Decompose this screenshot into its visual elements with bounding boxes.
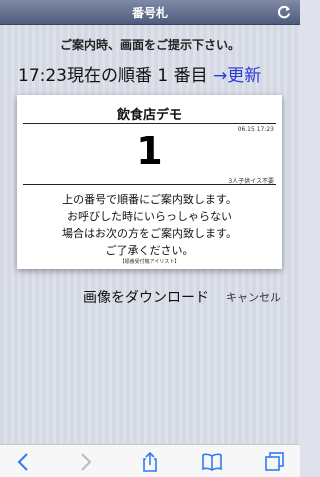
download-image-button[interactable]: 画像をダウンロード — [83, 287, 209, 307]
browser-toolbar — [0, 444, 300, 477]
back-icon — [17, 453, 28, 471]
ticket-number: 1 — [136, 129, 163, 173]
update-link[interactable]: →更新 — [213, 66, 261, 86]
message-line: 場合はお次の方をご案内致します。 — [62, 227, 237, 240]
bookmarks-icon — [202, 453, 222, 471]
tabs-icon — [265, 452, 284, 471]
forward-icon — [81, 453, 92, 471]
instruction-text: ご案内時、画面をご提示下さい。 — [59, 38, 240, 52]
share-button[interactable] — [139, 451, 161, 473]
message-line: ご了承ください。 — [105, 244, 194, 257]
back-button[interactable] — [13, 451, 35, 473]
queue-status-text: 17:23現在の順番 1 番目 — [18, 66, 208, 86]
divider — [23, 184, 276, 185]
bookmarks-button[interactable] — [201, 451, 223, 473]
ticket-message: 上の番号で順番にご案内致します。 お呼びした時にいらっしゃらない 場合はお次の方… — [17, 191, 282, 259]
message-line: お呼びした時にいらっしゃらない — [67, 210, 232, 223]
ticket-card: 飲食店デモ 06.15 17:23 1 3人子供イス不要 上の番号で順番にご案内… — [17, 95, 282, 269]
queue-status: 17:23現在の順番 1 番目 →更新 — [18, 61, 261, 86]
main-content: ご案内時、画面をご提示下さい。 17:23現在の順番 1 番目 →更新 飲食店デ… — [0, 25, 300, 444]
navigation-bar: 番号札 — [0, 0, 300, 25]
cancel-button[interactable]: キャンセル — [226, 289, 281, 305]
forward-button[interactable] — [74, 451, 96, 473]
refresh-icon[interactable] — [276, 4, 292, 20]
share-icon — [143, 451, 157, 472]
message-line: 上の番号で順番にご案内致します。 — [62, 193, 237, 206]
tabs-button[interactable] — [264, 451, 286, 473]
page-title: 番号札 — [131, 6, 168, 20]
ticket-footer: 【順番受付機アイリスト】 — [119, 259, 180, 265]
store-name: 飲食店デモ — [116, 108, 182, 123]
divider — [23, 123, 276, 124]
